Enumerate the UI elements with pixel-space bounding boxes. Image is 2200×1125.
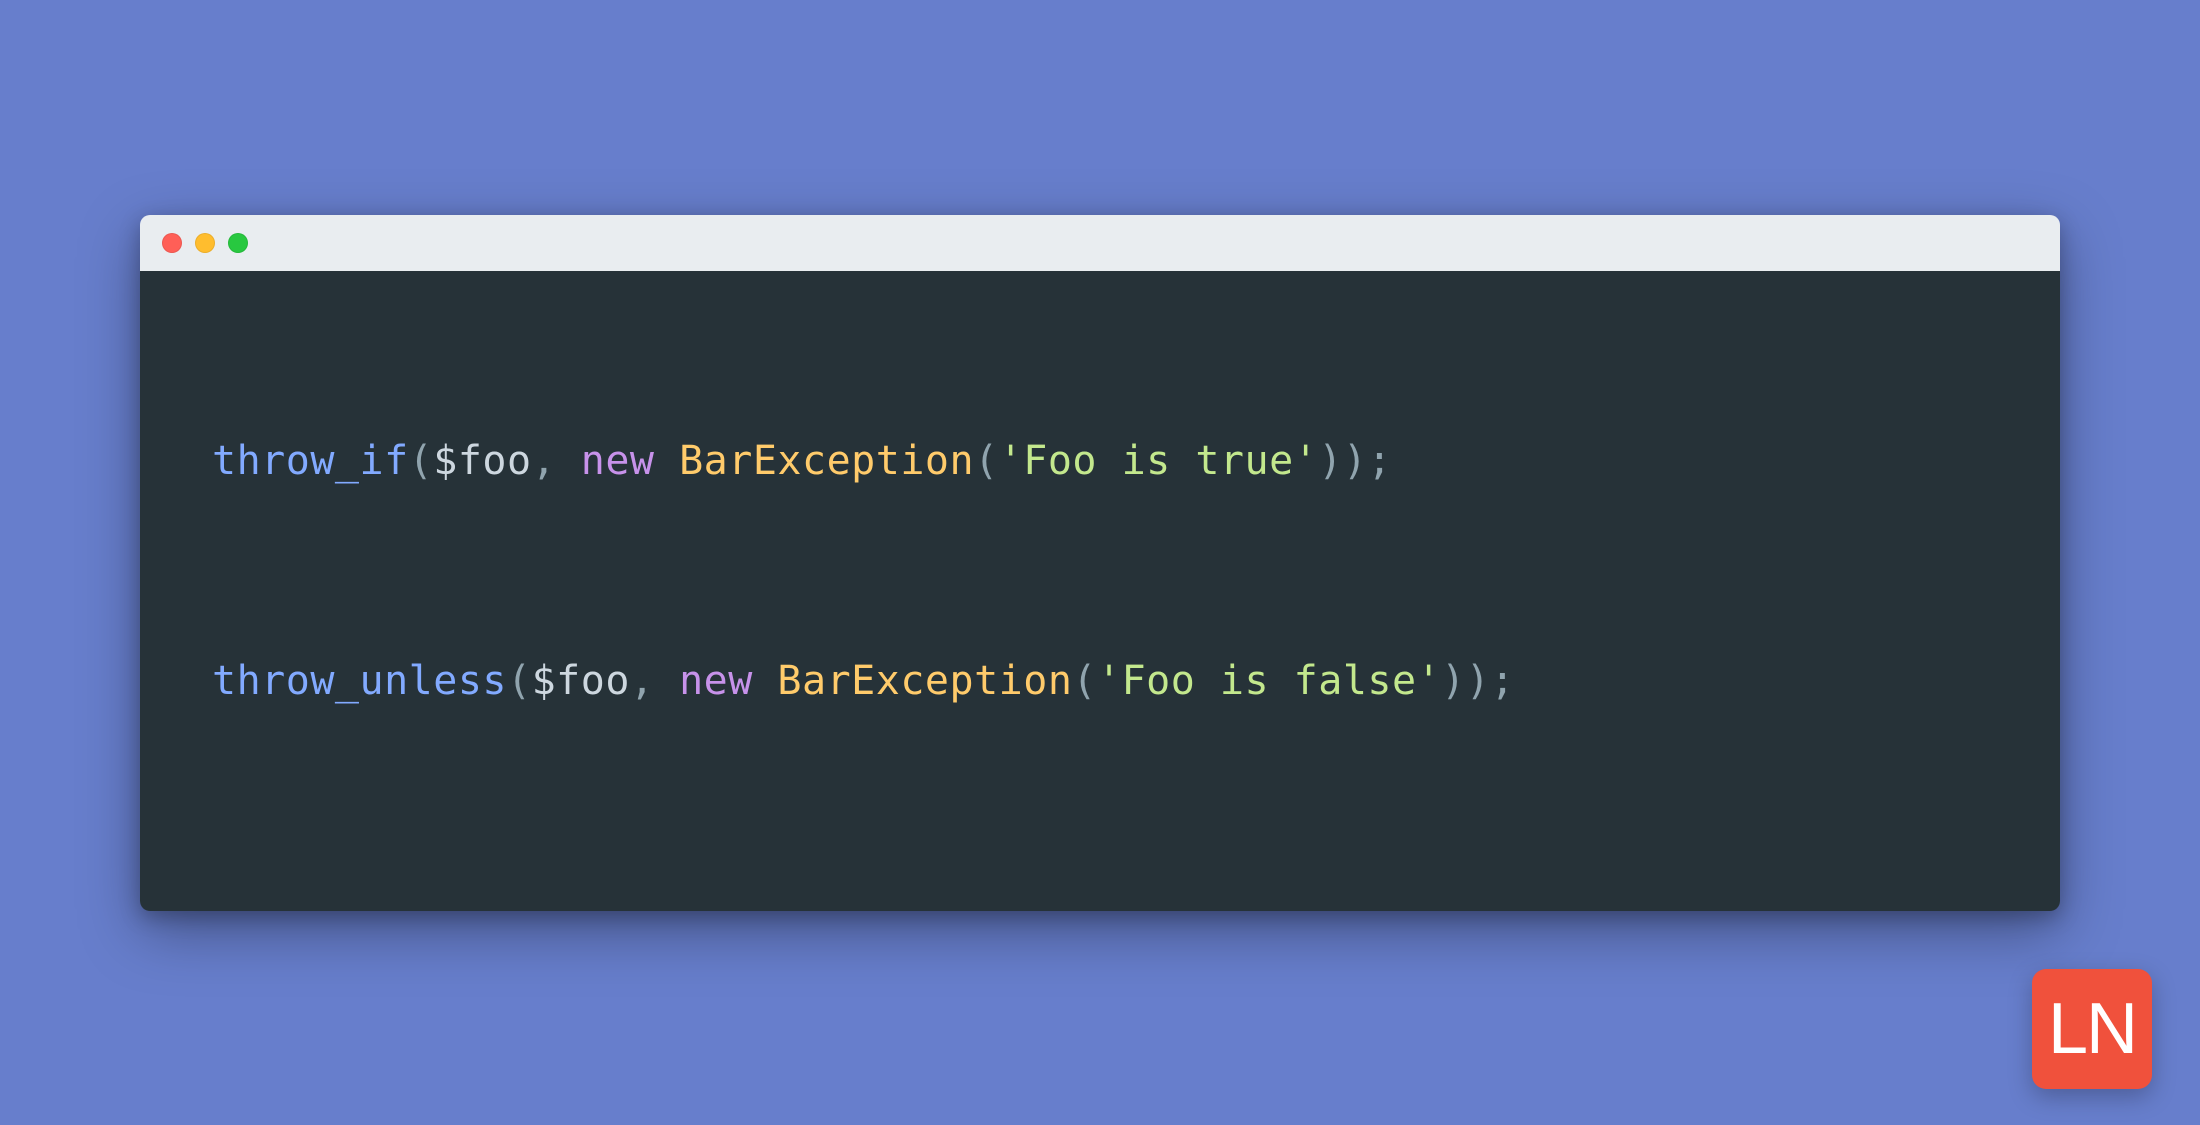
close-icon[interactable] — [162, 233, 182, 253]
code-token-string: 'Foo is false' — [1097, 658, 1441, 704]
code-token-space — [753, 658, 778, 704]
code-token-string: 'Foo is true' — [999, 438, 1319, 484]
code-window: throw_if($foo, new BarException('Foo is … — [140, 215, 2060, 911]
minimize-icon[interactable] — [195, 233, 215, 253]
code-token-punct: , — [630, 658, 679, 704]
code-editor: throw_if($foo, new BarException('Foo is … — [140, 271, 2060, 911]
logo-badge: LN — [2032, 969, 2152, 1089]
code-token-function: throw_if — [212, 438, 409, 484]
window-titlebar — [140, 215, 2060, 271]
code-token-class: BarException — [679, 438, 974, 484]
code-line-2: throw_unless($foo, new BarException('Foo… — [212, 651, 1988, 711]
code-token-punct: )); — [1441, 658, 1515, 704]
code-token-keyword: new — [679, 658, 753, 704]
code-token-space — [655, 438, 680, 484]
code-token-keyword: new — [581, 438, 655, 484]
code-blank-gap — [212, 491, 1988, 651]
code-line-1: throw_if($foo, new BarException('Foo is … — [212, 431, 1988, 491]
code-token-function: throw_unless — [212, 658, 507, 704]
code-token-punct: ( — [507, 658, 532, 704]
code-token-variable: $foo — [532, 658, 630, 704]
code-token-class: BarException — [777, 658, 1072, 704]
code-token-punct: ( — [409, 438, 434, 484]
logo-text: LN — [2048, 988, 2136, 1070]
code-token-variable: $foo — [433, 438, 531, 484]
code-token-punct: )); — [1318, 438, 1392, 484]
zoom-icon[interactable] — [228, 233, 248, 253]
code-token-punct: ( — [974, 438, 999, 484]
code-token-punct: ( — [1072, 658, 1097, 704]
code-token-punct: , — [532, 438, 581, 484]
